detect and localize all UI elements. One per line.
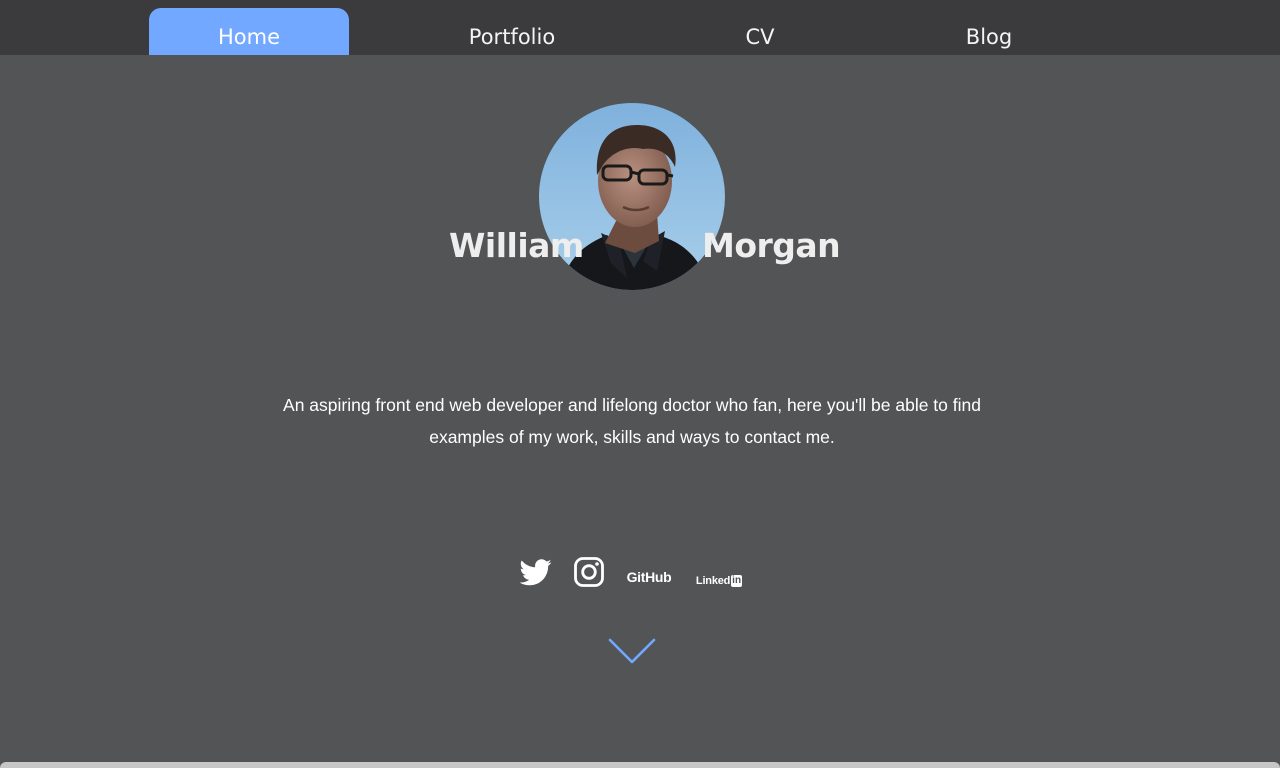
next-section-edge <box>0 762 1280 768</box>
tab-portfolio[interactable]: Portfolio <box>412 8 612 55</box>
tab-cv[interactable]: CV <box>660 8 860 55</box>
github-wordmark: GitHub <box>626 569 672 585</box>
linkedin-link[interactable]: Linked in <box>692 571 746 591</box>
tab-portfolio-label: Portfolio <box>468 24 556 49</box>
top-navigation-bar: Home Portfolio CV Blog <box>0 0 1280 55</box>
instagram-camera-icon <box>574 557 604 587</box>
first-name: William <box>449 226 584 265</box>
linkedin-wordmark: Linked <box>695 575 731 587</box>
scroll-down-button[interactable] <box>607 636 657 666</box>
twitter-bird-icon <box>520 558 552 585</box>
tab-cv-label: CV <box>745 24 775 49</box>
tab-blog-label: Blog <box>965 24 1013 49</box>
last-name: Morgan <box>702 226 841 265</box>
linkedin-in-badge: in <box>731 575 743 587</box>
bio-paragraph: An aspiring front end web developer and … <box>283 395 981 447</box>
twitter-link[interactable] <box>519 556 553 588</box>
tab-blog[interactable]: Blog <box>889 8 1089 55</box>
tab-home[interactable]: Home <box>149 8 349 55</box>
github-link[interactable]: GitHub <box>624 566 674 588</box>
instagram-link[interactable] <box>572 555 606 589</box>
chevron-down-icon <box>608 638 656 664</box>
tab-home-label: Home <box>217 24 280 49</box>
